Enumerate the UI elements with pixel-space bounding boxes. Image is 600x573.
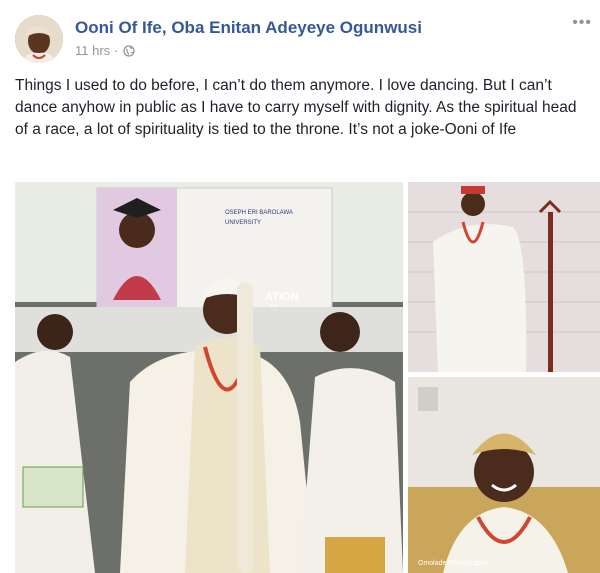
- photo-bottom-right-image: Omolade Photography: [408, 377, 600, 573]
- photo-watermark: Omolade Photography: [418, 560, 489, 567]
- author-name-link[interactable]: Ooni Of Ife, Oba Enitan Adeyeye Ogunwusi: [75, 18, 422, 38]
- photo-top-right[interactable]: [408, 182, 600, 372]
- photo-grid: OSEPH ERI BAROLAWA UNIVERSITY ATION Y: [15, 182, 600, 573]
- banner-word: ATION: [265, 291, 298, 303]
- more-options-icon[interactable]: •••: [572, 14, 592, 32]
- banner-text-line2: UNIVERSITY: [225, 220, 261, 226]
- meta-separator: ·: [114, 43, 119, 58]
- avatar[interactable]: [15, 15, 63, 63]
- photo-main[interactable]: OSEPH ERI BAROLAWA UNIVERSITY ATION Y: [15, 182, 403, 573]
- post-text: Things I used to do before, I can’t do t…: [15, 77, 577, 138]
- photo-main-image: OSEPH ERI BAROLAWA UNIVERSITY ATION Y: [15, 182, 403, 573]
- facebook-post: Ooni Of Ife, Oba Enitan Adeyeye Ogunwusi…: [0, 0, 600, 573]
- photo-top-right-image: [408, 182, 600, 372]
- timestamp-link[interactable]: 11 hrs: [75, 43, 110, 58]
- avatar-image: [15, 15, 63, 63]
- photo-bottom-right[interactable]: Omolade Photography: [408, 377, 600, 573]
- banner-text-line1: OSEPH ERI BAROLAWA: [225, 210, 293, 216]
- post-meta: 11 hrs ·: [75, 43, 135, 58]
- globe-icon[interactable]: [122, 44, 135, 57]
